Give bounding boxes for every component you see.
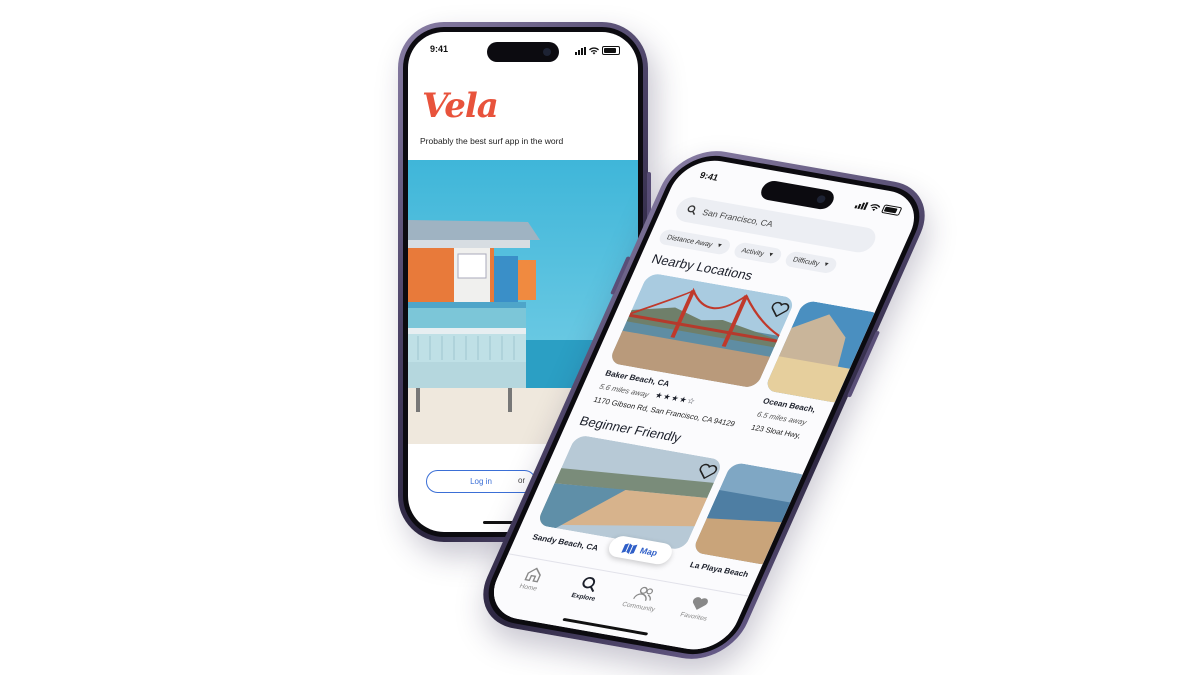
map-icon xyxy=(621,542,638,554)
battery-icon xyxy=(880,204,903,216)
caret-down-icon: ▼ xyxy=(715,242,724,250)
beginner-card-image[interactable] xyxy=(536,434,724,551)
filter-label: Difficulty xyxy=(791,255,821,268)
card-address: 123 Sloat Hwy, xyxy=(749,422,803,440)
signal-icon xyxy=(575,46,586,55)
tagline: Probably the best surf app in the word xyxy=(420,136,564,146)
people-icon xyxy=(633,586,654,601)
or-label: or xyxy=(518,476,526,485)
tab-home[interactable]: Home xyxy=(502,563,562,595)
tab-explore[interactable]: Explore xyxy=(557,573,617,605)
caret-down-icon: ▼ xyxy=(821,261,831,269)
dynamic-island xyxy=(487,42,559,62)
filter-label: Activity xyxy=(740,246,766,258)
search-value: San Francisco, CA xyxy=(700,207,775,229)
signal-icon xyxy=(854,200,869,210)
nearby-card-image[interactable] xyxy=(608,272,797,389)
filter-difficulty[interactable]: Difficulty ▼ xyxy=(782,250,840,275)
app-logo: Vela xyxy=(422,86,499,126)
wifi-icon xyxy=(870,203,881,211)
tab-label: Home xyxy=(518,582,539,593)
battery-icon xyxy=(602,46,620,55)
search-icon xyxy=(687,205,696,215)
status-time: 9:41 xyxy=(698,170,721,183)
card-name: La Playa Beach xyxy=(688,560,751,579)
dynamic-island xyxy=(757,179,838,211)
status-time: 9:41 xyxy=(430,44,449,54)
tab-label: Favorites xyxy=(678,611,709,623)
tab-community[interactable]: Community xyxy=(612,583,672,615)
filter-distance[interactable]: Distance Away ▼ xyxy=(656,228,733,256)
filter-label: Distance Away xyxy=(665,233,714,249)
rating-stars: ★★★★☆ xyxy=(653,390,698,407)
search-icon xyxy=(582,577,596,593)
map-label: Map xyxy=(638,545,660,558)
caret-down-icon: ▼ xyxy=(766,251,775,259)
tab-favorites[interactable]: Favorites xyxy=(667,592,727,624)
wifi-icon xyxy=(589,46,599,54)
filter-activity[interactable]: Activity ▼ xyxy=(731,241,784,265)
card-name: Sandy Beach, CA xyxy=(530,532,600,553)
tab-label: Community xyxy=(620,601,657,614)
home-icon xyxy=(524,567,541,583)
tab-label: Explore xyxy=(570,592,597,603)
heart-icon xyxy=(692,597,708,610)
